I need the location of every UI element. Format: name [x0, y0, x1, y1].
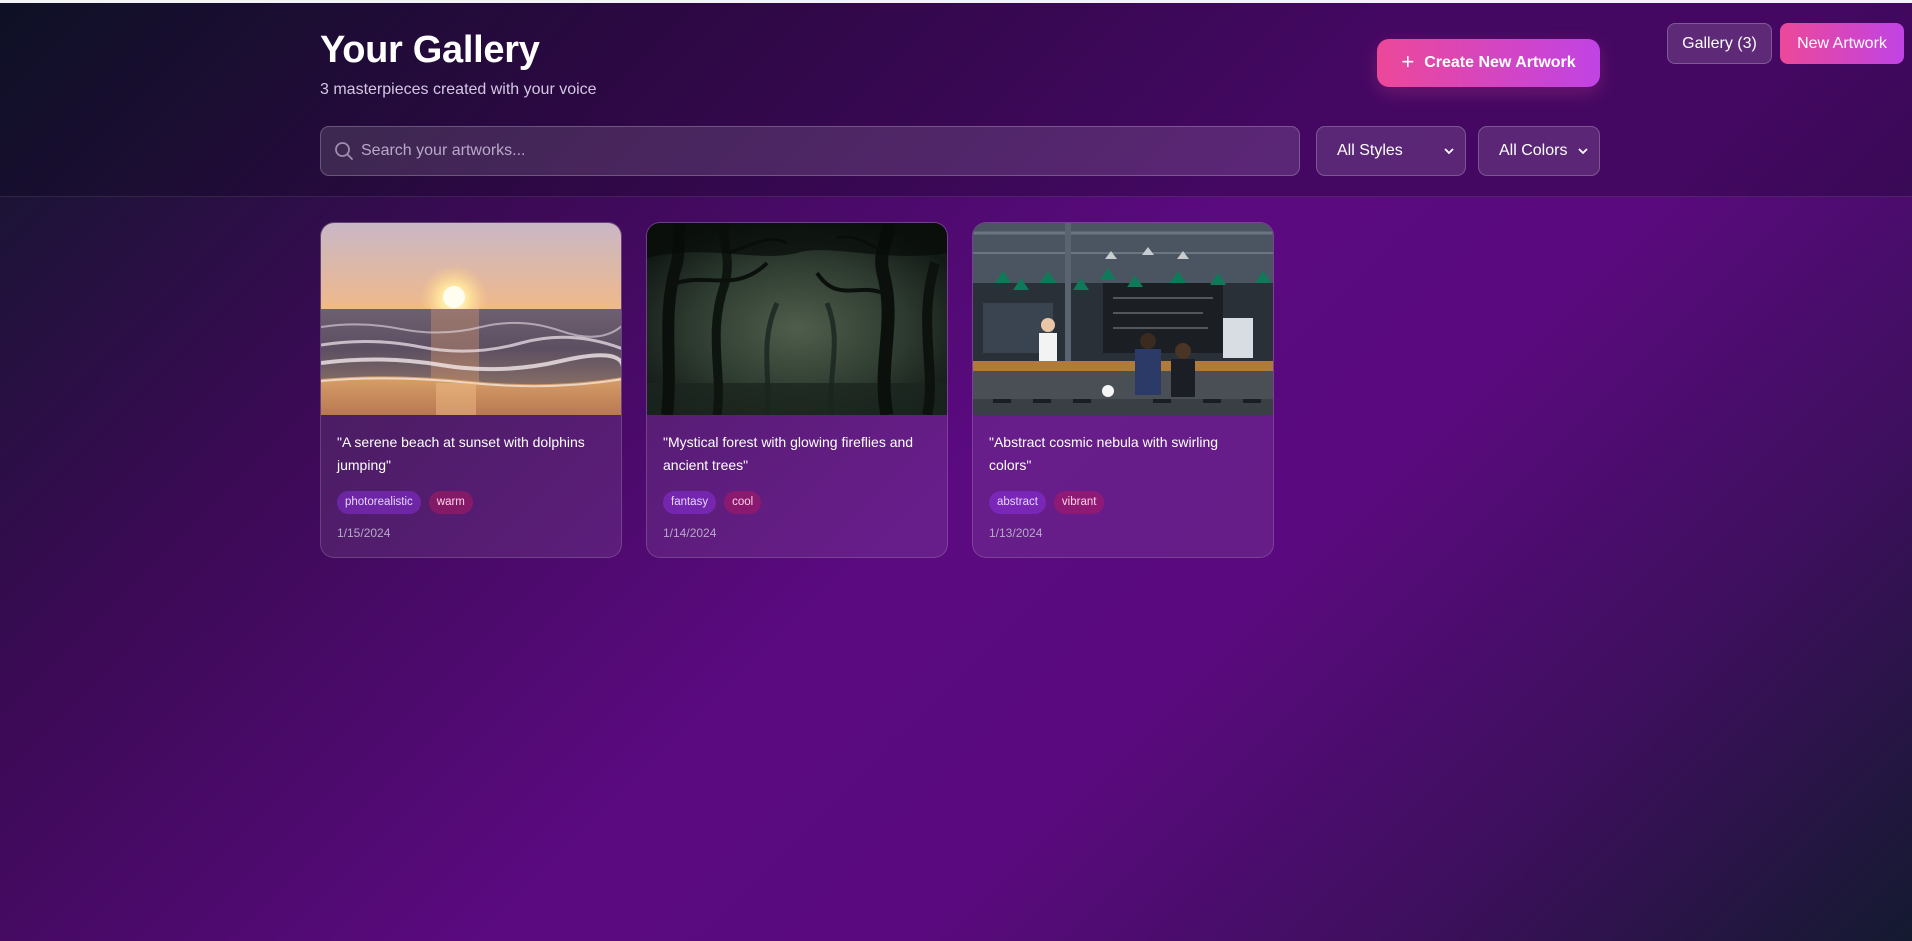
artwork-date: 1/15/2024 — [337, 526, 391, 540]
beach-sunset-image — [321, 223, 621, 415]
chevron-down-icon — [1578, 148, 1588, 155]
artwork-date: 1/14/2024 — [663, 526, 717, 540]
nav-gallery-label: Gallery (3) — [1682, 34, 1757, 52]
plus-icon: + — [1401, 49, 1415, 74]
search-input[interactable] — [361, 127, 1281, 175]
artwork-date: 1/13/2024 — [989, 526, 1043, 540]
dark-forest-image — [647, 223, 947, 415]
create-new-artwork-button[interactable]: + Create New Artwork — [1377, 39, 1600, 87]
style-filter-select[interactable]: All Styles — [1316, 126, 1466, 176]
style-filter-value: All Styles — [1337, 142, 1403, 159]
artwork-prompt: "Mystical forest with glowing fireflies … — [663, 434, 914, 473]
style-tag: photorealistic — [337, 491, 421, 514]
artwork-card[interactable]: "A serene beach at sunset with dolphins … — [320, 222, 622, 558]
artwork-prompt: "Abstract cosmic nebula with swirling co… — [989, 434, 1219, 473]
cafe-interior-image — [973, 223, 1273, 415]
artwork-tags: photorealistic warm — [337, 491, 473, 514]
artwork-tags: abstract vibrant — [989, 491, 1105, 514]
artwork-prompt: "A serene beach at sunset with dolphins … — [337, 434, 585, 473]
nav-gallery-button[interactable]: Gallery (3) — [1667, 23, 1772, 64]
style-tag: fantasy — [663, 491, 717, 514]
color-filter-select[interactable]: All Colors — [1478, 126, 1600, 176]
color-tag: cool — [724, 491, 762, 514]
page-title: Your Gallery — [320, 29, 540, 71]
artwork-card[interactable]: "Mystical forest with glowing fireflies … — [646, 222, 948, 558]
gallery-header: Your Gallery 3 masterpieces created with… — [0, 3, 1912, 197]
create-new-artwork-label: Create New Artwork — [1424, 54, 1576, 71]
color-filter-value: All Colors — [1499, 142, 1568, 159]
color-tag: warm — [428, 491, 473, 514]
search-box — [320, 126, 1300, 176]
chevron-down-icon — [1444, 148, 1454, 155]
nav-new-artwork-button[interactable]: New Artwork — [1780, 23, 1904, 64]
artwork-tags: fantasy cool — [663, 491, 762, 514]
search-icon — [335, 142, 353, 160]
artwork-card[interactable]: "Abstract cosmic nebula with swirling co… — [972, 222, 1274, 558]
color-tag: vibrant — [1053, 491, 1105, 514]
style-tag: abstract — [989, 491, 1046, 514]
page-subtitle: 3 masterpieces created with your voice — [320, 81, 597, 98]
nav-new-artwork-label: New Artwork — [1797, 34, 1887, 52]
